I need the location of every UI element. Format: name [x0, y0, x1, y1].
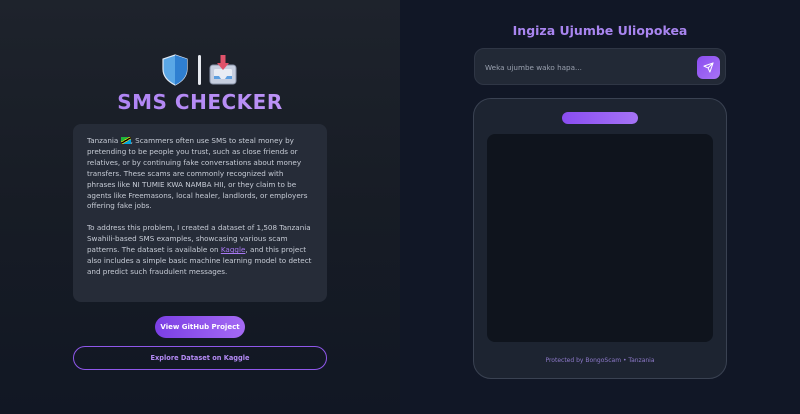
- intro-text: , Scammers often use SMS to steal money …: [87, 136, 308, 211]
- view-github-button[interactable]: View GitHub Project: [155, 316, 245, 338]
- intro-paragraph: Tanzania , Scammers often use SMS to ste…: [87, 136, 313, 212]
- checker-heading: Ingiza Ujumbe Uliopokea: [512, 23, 688, 38]
- inbox-download-icon: [209, 55, 237, 85]
- explore-kaggle-button[interactable]: Explore Dataset on Kaggle: [73, 346, 327, 370]
- shield-icon: [162, 54, 188, 86]
- intro-prefix: Tanzania: [87, 136, 119, 145]
- message-box: [474, 48, 726, 85]
- phone-notch: [562, 112, 638, 124]
- kaggle-link[interactable]: Kaggle: [221, 245, 246, 254]
- dataset-paragraph: To address this problem, I created a dat…: [87, 223, 313, 278]
- logo-divider: [198, 55, 201, 85]
- send-button[interactable]: [697, 56, 720, 79]
- tanzania-flag-icon: [120, 137, 131, 144]
- phone-screen: [487, 134, 713, 342]
- message-input[interactable]: [485, 58, 685, 76]
- info-card: Tanzania , Scammers often use SMS to ste…: [73, 124, 327, 302]
- send-icon: [703, 62, 714, 73]
- logo: [160, 52, 240, 88]
- phone-preview: Protected by BongoScam • Tanzania: [473, 98, 727, 379]
- app-title: SMS CHECKER: [0, 90, 400, 114]
- protected-footer: Protected by BongoScam • Tanzania: [545, 357, 655, 364]
- left-panel: SMS CHECKER Tanzania , Scammers often us…: [0, 0, 400, 414]
